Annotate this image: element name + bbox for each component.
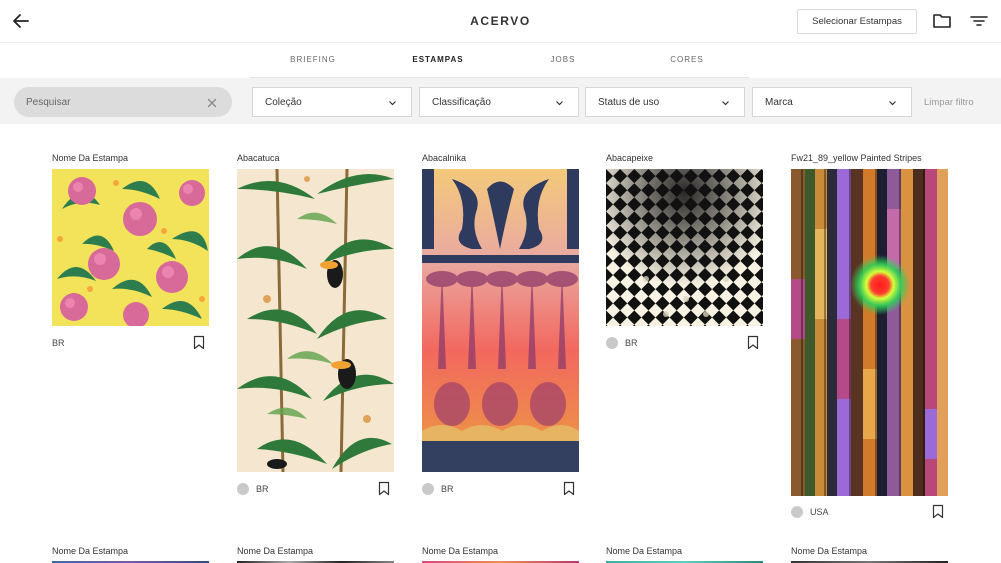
print-thumbnail[interactable]: [52, 169, 209, 326]
print-thumbnail[interactable]: [237, 169, 394, 472]
collection-dropdown[interactable]: Coleção: [252, 87, 412, 117]
bookmark-icon[interactable]: [747, 335, 759, 350]
print-meta: USA: [791, 504, 948, 520]
status-dot: [237, 483, 249, 495]
region-label: BR: [256, 484, 269, 494]
folder-icon[interactable]: [931, 11, 953, 31]
region-label: BR: [441, 484, 454, 494]
bookmark-icon[interactable]: [932, 504, 944, 519]
tab-jobs[interactable]: JOBS: [501, 43, 625, 79]
tab-estampas[interactable]: ESTAMPAS: [376, 43, 500, 79]
print-title: Nome Da Estampa: [52, 546, 129, 556]
status-dot: [791, 506, 803, 518]
filter-bar: Coleção Classificação Status de uso Marc…: [0, 78, 1001, 124]
select-prints-button[interactable]: Selecionar Estampas: [797, 9, 917, 34]
print-title: Nome Da Estampa: [791, 546, 868, 556]
classification-dropdown[interactable]: Classificação: [419, 87, 579, 117]
region-label: USA: [810, 507, 829, 517]
tabs-bar: BRIEFING ESTAMPAS JOBS CORES: [0, 42, 1001, 79]
print-meta: BR: [606, 335, 763, 351]
bookmark-icon[interactable]: [193, 335, 205, 350]
chevron-down-icon: [389, 101, 396, 106]
status-dot: [422, 483, 434, 495]
print-title: Abacatuca: [237, 153, 280, 163]
chevron-down-icon: [722, 101, 729, 106]
bookmark-icon[interactable]: [378, 481, 390, 496]
search-input[interactable]: [26, 93, 196, 111]
print-thumbnail[interactable]: [606, 169, 763, 326]
app-header: ACERVO Selecionar Estampas: [0, 0, 1001, 42]
brand-dropdown[interactable]: Marca: [752, 87, 912, 117]
bookmark-icon[interactable]: [563, 481, 575, 496]
region-label: BR: [625, 338, 638, 348]
usage-status-dropdown[interactable]: Status de uso: [585, 87, 745, 117]
clear-filter-link[interactable]: Limpar filtro: [924, 97, 974, 108]
chevron-down-icon: [889, 101, 896, 106]
print-title: Fw21_89_yellow Painted Stripes: [791, 153, 922, 163]
print-title: Nome Da Estampa: [52, 153, 129, 163]
tab-cores[interactable]: CORES: [625, 43, 749, 79]
print-thumbnail[interactable]: [791, 169, 948, 496]
status-dot: [606, 337, 618, 349]
print-title: Nome Da Estampa: [422, 546, 499, 556]
print-title: Nome Da Estampa: [606, 546, 683, 556]
print-meta: BR: [422, 481, 579, 497]
search-box: [14, 87, 232, 117]
print-meta: BR: [52, 335, 209, 351]
tab-briefing[interactable]: BRIEFING: [251, 43, 375, 79]
print-meta: BR: [237, 481, 394, 497]
filter-lines-icon[interactable]: [968, 11, 990, 31]
print-title: Abacalnika: [422, 153, 467, 163]
print-title: Abacapeixe: [606, 153, 654, 163]
close-icon[interactable]: [206, 96, 218, 108]
print-title: Nome Da Estampa: [237, 546, 314, 556]
dropdown-label: Marca: [765, 97, 793, 108]
chevron-down-icon: [556, 101, 563, 106]
region-label: BR: [52, 338, 65, 348]
dropdown-label: Status de uso: [598, 97, 660, 108]
dropdown-label: Classificação: [432, 97, 491, 108]
dropdown-label: Coleção: [265, 97, 302, 108]
print-thumbnail[interactable]: [422, 169, 579, 472]
